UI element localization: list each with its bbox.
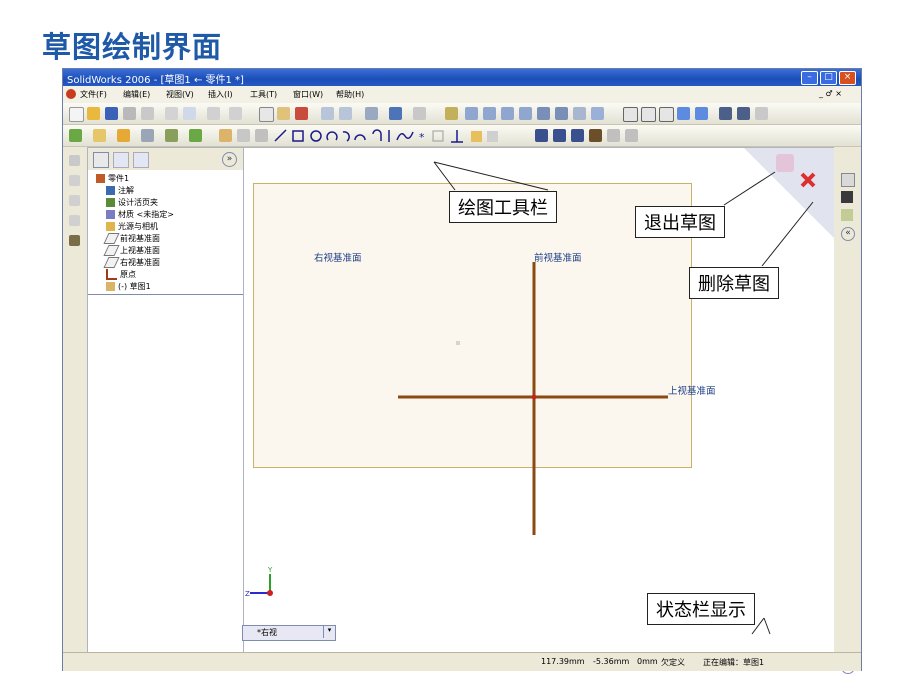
view-tab-dropdown-icon[interactable]: ▾ (323, 626, 335, 638)
exit-sketch-leader (723, 171, 776, 206)
draw-toolbar-callout: 绘图工具栏 (449, 191, 557, 223)
view-tab[interactable]: *右视 ▾ (242, 625, 336, 641)
delete-sketch-callout: 删除草图 (689, 267, 779, 299)
exit-sketch-callout: 退出草图 (635, 206, 725, 238)
status-bar-callout: 状态栏显示 (647, 593, 755, 625)
draw-toolbar-leader (433, 161, 549, 191)
origin-marker[interactable] (531, 394, 537, 400)
triad-y-label: Y (268, 566, 273, 574)
delete-sketch-leader (761, 201, 814, 267)
view-tab-label: *右视 (257, 628, 277, 637)
point-marker (456, 341, 460, 345)
sketch-geometry (250, 161, 814, 635)
triad-z-label: Z (245, 590, 250, 598)
status-bar-leader (763, 617, 771, 635)
triad-origin (267, 590, 273, 596)
